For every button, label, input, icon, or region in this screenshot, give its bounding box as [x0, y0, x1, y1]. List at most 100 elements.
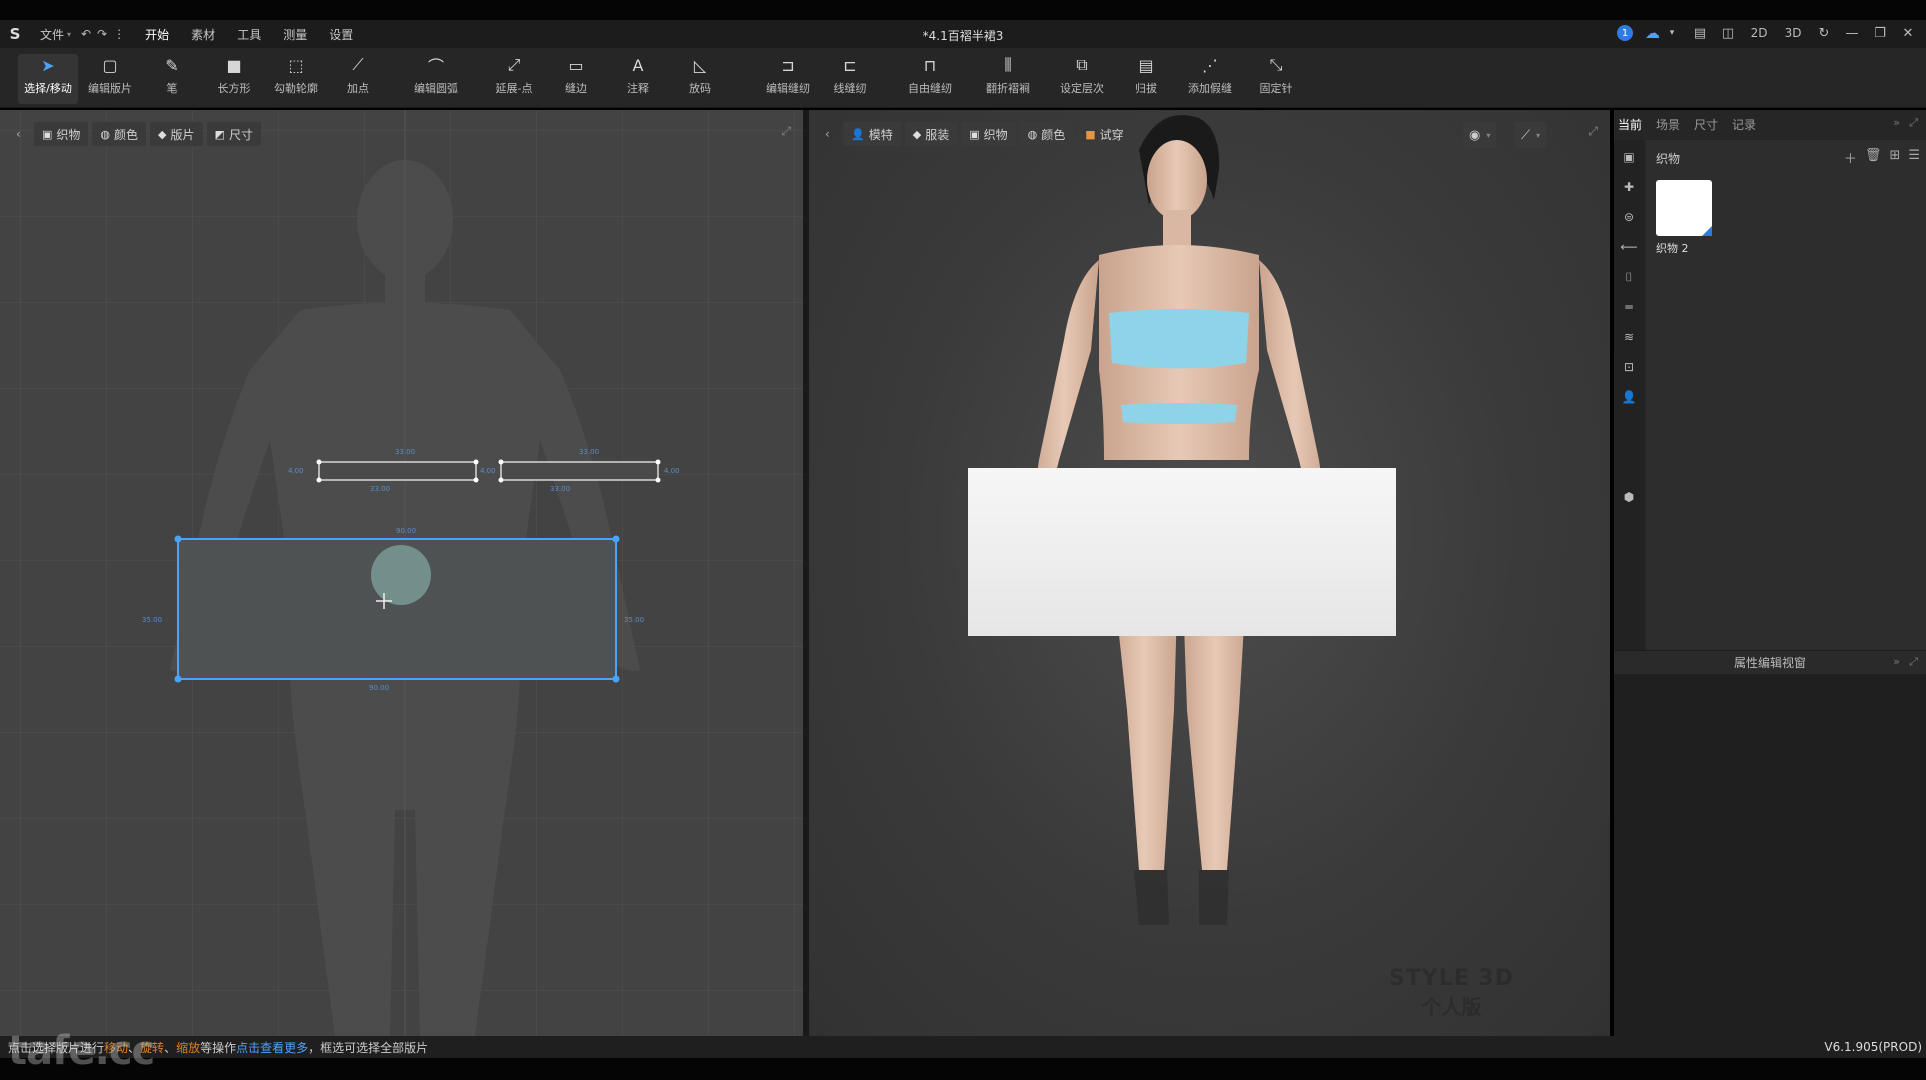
graphic-library-icon[interactable]: ⊡ — [1620, 358, 1638, 376]
menu-start[interactable]: 开始 — [145, 26, 169, 43]
expand-2d-icon[interactable]: ⤢ — [781, 124, 791, 139]
tool-edit-pattern[interactable]: ▢ 编辑版片 — [80, 54, 140, 104]
measure-rect-right: 35.00 — [624, 616, 645, 624]
camera-view-button[interactable]: ◉ ▾ — [1463, 122, 1497, 148]
tool-line-sewing[interactable]: ⊏ 线缝纫 — [820, 54, 880, 104]
tool-annotation[interactable]: A 注释 — [608, 54, 668, 104]
garment-waistband[interactable] — [1121, 403, 1237, 424]
avatar-library-icon[interactable]: 👤 — [1620, 388, 1638, 406]
trim-library-icon[interactable]: ⌷ — [1620, 268, 1638, 286]
redo-icon[interactable]: ↷ — [97, 27, 107, 41]
grading-icon: ◺ — [693, 55, 707, 75]
tab-size-2d[interactable]: ◩ 尺寸 — [206, 122, 261, 146]
tab-fitting-3d[interactable]: ■ 试穿 — [1077, 122, 1132, 146]
status-learn-more-link[interactable]: 点击查看更多 — [236, 1039, 308, 1056]
fabric-swatch[interactable] — [1656, 180, 1712, 236]
view-2d-button[interactable]: 2D — [1748, 26, 1770, 40]
collapse-icon[interactable]: » — [1893, 116, 1900, 129]
add-point-icon: ⟋ — [352, 55, 364, 74]
restore-icon[interactable]: ❐ — [1872, 26, 1888, 41]
popout-icon[interactable]: ⤢ — [1909, 116, 1918, 130]
tool-edit-arc[interactable]: ⌒ 编辑圆弧 — [406, 54, 466, 104]
tool-extend-point[interactable]: ⤢ 延展-点 — [484, 54, 544, 104]
tab-avatar-3d[interactable]: 👤 模特 — [843, 122, 901, 146]
chevron-left-icon[interactable]: ‹ — [16, 127, 30, 141]
minimize-icon[interactable]: — — [1844, 26, 1860, 41]
tool-cursor[interactable]: ➤ 选择/移动 — [18, 54, 78, 104]
pattern-piece-band-left[interactable] — [316, 459, 479, 483]
view-3d-button[interactable]: 3D — [1782, 26, 1804, 40]
pattern-2d-view[interactable]: 33.00 33.00 4.00 33.00 33.00 4.00 4.00 9… — [0, 110, 803, 1036]
tool-add-tack[interactable]: ⋰ 添加假缝 — [1180, 54, 1240, 104]
delete-icon[interactable]: 🗑 — [1865, 148, 1882, 167]
tab-color-2d[interactable]: ◍ 颜色 — [92, 122, 147, 146]
notification-badge[interactable]: 1 — [1617, 25, 1633, 41]
fabric-library-icon[interactable]: ▣ — [1620, 148, 1638, 166]
avatar-3d-canvas[interactable] — [809, 110, 1610, 1036]
measure-band1-left: 4.00 — [288, 467, 304, 475]
add-icon[interactable]: ＋ — [1844, 148, 1857, 167]
pattern-piece-band-right[interactable] — [498, 459, 661, 483]
cube-icon[interactable]: ⬢ — [1620, 488, 1638, 506]
tab-color-3d[interactable]: ◍ 颜色 — [1019, 122, 1074, 146]
tab-size[interactable]: 尺寸 — [1694, 116, 1718, 133]
grid-view-icon[interactable]: ⊞ — [1889, 148, 1900, 167]
button-library-icon[interactable]: ✚ — [1620, 178, 1638, 196]
topstitch-library-icon[interactable]: ═ — [1620, 298, 1638, 316]
undo-icon[interactable]: ↶ — [81, 27, 91, 41]
chevron-left-3d-icon[interactable]: ‹ — [825, 127, 839, 141]
pattern-canvas[interactable] — [0, 110, 803, 1036]
app-logo: S — [9, 25, 21, 43]
zipper-library-icon[interactable]: ⟵ — [1620, 238, 1638, 256]
tool-label: 放码 — [689, 82, 711, 95]
tool-label: 选择/移动 — [24, 82, 72, 95]
wave-stitch-library-icon[interactable]: ≋ — [1620, 328, 1638, 346]
prop-popout-icon[interactable]: ⤢ — [1909, 655, 1918, 669]
tool-label: 注释 — [627, 82, 649, 95]
menu-assets[interactable]: 素材 — [191, 26, 215, 43]
more-icon[interactable]: ⋮ — [113, 27, 125, 41]
tab-current[interactable]: 当前 — [1618, 116, 1642, 133]
menu-file[interactable]: 文件 ▾ — [40, 26, 71, 43]
style3d-watermark: STYLE 3D 个人版 — [1388, 966, 1514, 1019]
cloud-icon[interactable]: ☁ — [1645, 24, 1660, 42]
layout-split-icon[interactable]: ◫ — [1720, 26, 1736, 41]
tool-fold-pleat[interactable]: ⫼ 翻折褶裥 — [978, 54, 1038, 104]
cursor-highlight — [371, 545, 431, 605]
brush-tool-button[interactable]: ⟋ ▾ — [1515, 122, 1547, 148]
menu-settings[interactable]: 设置 — [329, 26, 353, 43]
tab-fabric-3d[interactable]: ▣ 织物 — [961, 122, 1016, 146]
fabric-panel-3d[interactable] — [968, 468, 1396, 636]
buttonhole-library-icon[interactable]: ⊜ — [1620, 208, 1638, 226]
menu-tools[interactable]: 工具 — [237, 26, 261, 43]
corner-watermark: tafe.cc — [8, 1028, 155, 1074]
tool-pen[interactable]: ✎ 笔 — [142, 54, 202, 104]
refresh-icon[interactable]: ↻ — [1816, 26, 1832, 41]
pattern-piece-skirt-selected[interactable] — [174, 535, 620, 683]
layout-single-icon[interactable]: ▤ — [1692, 26, 1708, 41]
tool-grading[interactable]: ◺ 放码 — [670, 54, 730, 104]
pin-icon: ⤡ — [1269, 55, 1283, 74]
tool-set-layer[interactable]: ⧉ 设定层次 — [1052, 54, 1112, 104]
tab-scene[interactable]: 场景 — [1656, 116, 1680, 133]
tool-add-point[interactable]: ⟋ 加点 — [328, 54, 388, 104]
tool-edit-sewing[interactable]: ⊐ 编辑缝纫 — [758, 54, 818, 104]
tab-pattern-2d[interactable]: ◆ 版片 — [150, 122, 203, 146]
tab-fabric-2d[interactable]: ▣ 织物 — [34, 122, 89, 146]
tool-trace-outline[interactable]: ⬚ 勾勒轮廓 — [266, 54, 326, 104]
tool-free-sewing[interactable]: ⊓ 自由缝纫 — [900, 54, 960, 104]
garment-3d-view[interactable]: ‹ 👤 模特 ◆ 服装 ▣ 织物 ◍ 颜色 ■ 试穿 ◉ ▾ ⟋ ▾ ⤢ STYLE 3D 个… — [809, 110, 1610, 1036]
tool-shrink[interactable]: ▤ 归拔 — [1116, 54, 1176, 104]
tab-garment-3d[interactable]: ◆ 服装 — [904, 122, 958, 146]
garment-top[interactable] — [1109, 309, 1249, 369]
expand-3d-icon[interactable]: ⤢ — [1588, 124, 1598, 139]
cloud-dropdown-icon[interactable]: ▾ — [1664, 28, 1680, 38]
tab-history[interactable]: 记录 — [1732, 116, 1756, 133]
close-icon[interactable]: ✕ — [1900, 26, 1916, 41]
tool-seam-allowance[interactable]: ▭ 缝边 — [546, 54, 606, 104]
list-view-icon[interactable]: ☰ — [1908, 148, 1920, 167]
prop-collapse-icon[interactable]: » — [1893, 655, 1900, 668]
tool-pin[interactable]: ⤡ 固定针 — [1246, 54, 1306, 104]
tool-rectangle[interactable]: ■ 长方形 — [204, 54, 264, 104]
menu-measure[interactable]: 测量 — [283, 26, 307, 43]
